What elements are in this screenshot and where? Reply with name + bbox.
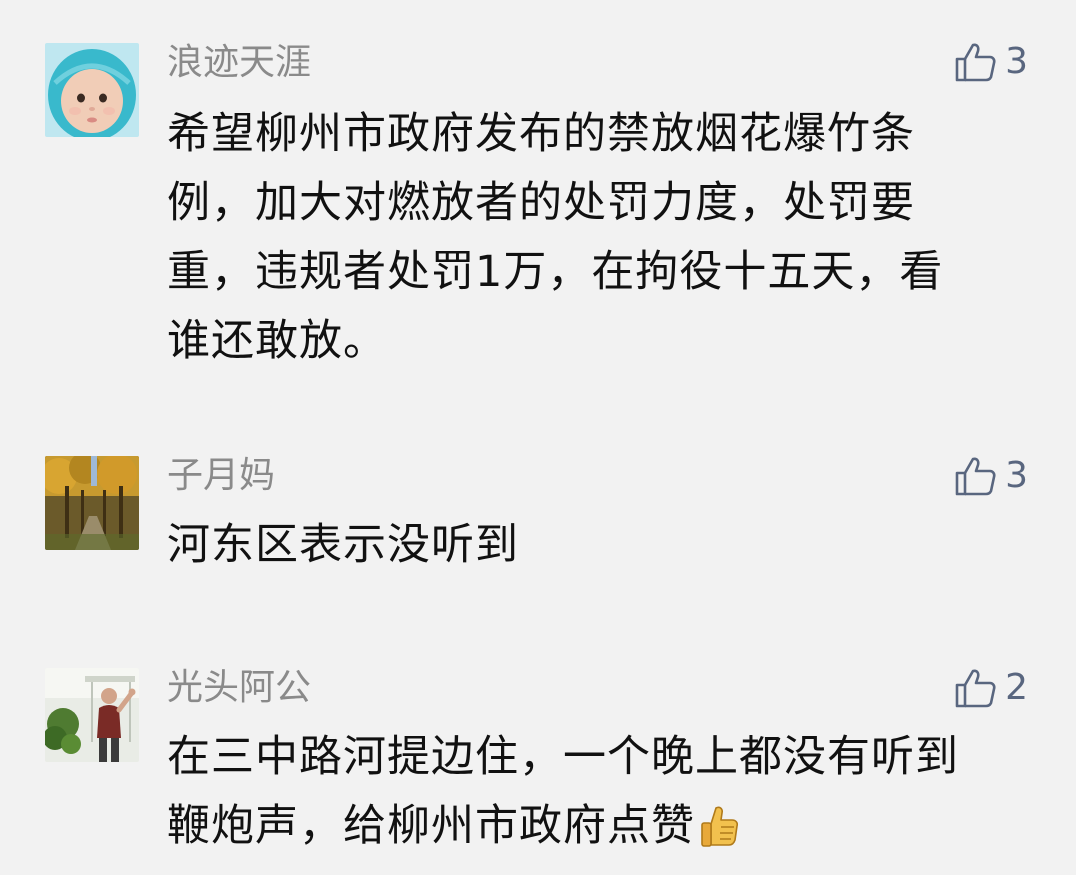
thumbs-up-emoji-icon — [699, 800, 739, 869]
comment-text-line: 鞭炮声，给柳州市政府点赞 — [167, 792, 1017, 869]
comment-text-line: 希望柳州市政府发布的禁放烟花爆竹条 — [167, 109, 915, 159]
username[interactable]: 光头阿公 — [167, 667, 311, 709]
username[interactable]: 浪迹天涯 — [167, 42, 311, 84]
comment-text: 在三中路河提边住，一个晚上都没有听到 鞭炮声，给柳州市政府点赞 — [167, 723, 1017, 869]
thumbs-up-icon — [953, 666, 997, 710]
comment-text: 河东区表示没听到 — [167, 511, 1017, 580]
thumbs-up-icon — [953, 454, 997, 498]
like-button[interactable]: 3 — [953, 452, 1028, 500]
avatar[interactable] — [45, 456, 139, 550]
comment-text-line: 河东区表示没听到 — [167, 520, 519, 570]
avatar[interactable] — [45, 668, 139, 762]
like-count: 2 — [1005, 667, 1028, 708]
comment-text-line: 例，加大对燃放者的处罚力度，处罚要 — [167, 178, 915, 228]
comment-text: 希望柳州市政府发布的禁放烟花爆竹条 例，加大对燃放者的处罚力度，处罚要 重，违规… — [167, 100, 1017, 376]
like-count: 3 — [1005, 41, 1028, 82]
like-button[interactable]: 2 — [953, 664, 1028, 712]
username[interactable]: 子月妈 — [167, 455, 275, 497]
thumbs-up-icon — [953, 40, 997, 84]
comment-text-line: 谁还敢放。 — [167, 316, 387, 366]
like-count: 3 — [1005, 455, 1028, 496]
like-button[interactable]: 3 — [953, 38, 1028, 86]
comment-text-segment: 鞭炮声，给柳州市政府点赞 — [167, 801, 695, 851]
comment-text-line: 重，违规者处罚1万，在拘役十五天，看 — [167, 247, 944, 297]
comment-text-line: 在三中路河提边住，一个晚上都没有听到 — [167, 732, 959, 782]
avatar[interactable] — [45, 43, 139, 137]
